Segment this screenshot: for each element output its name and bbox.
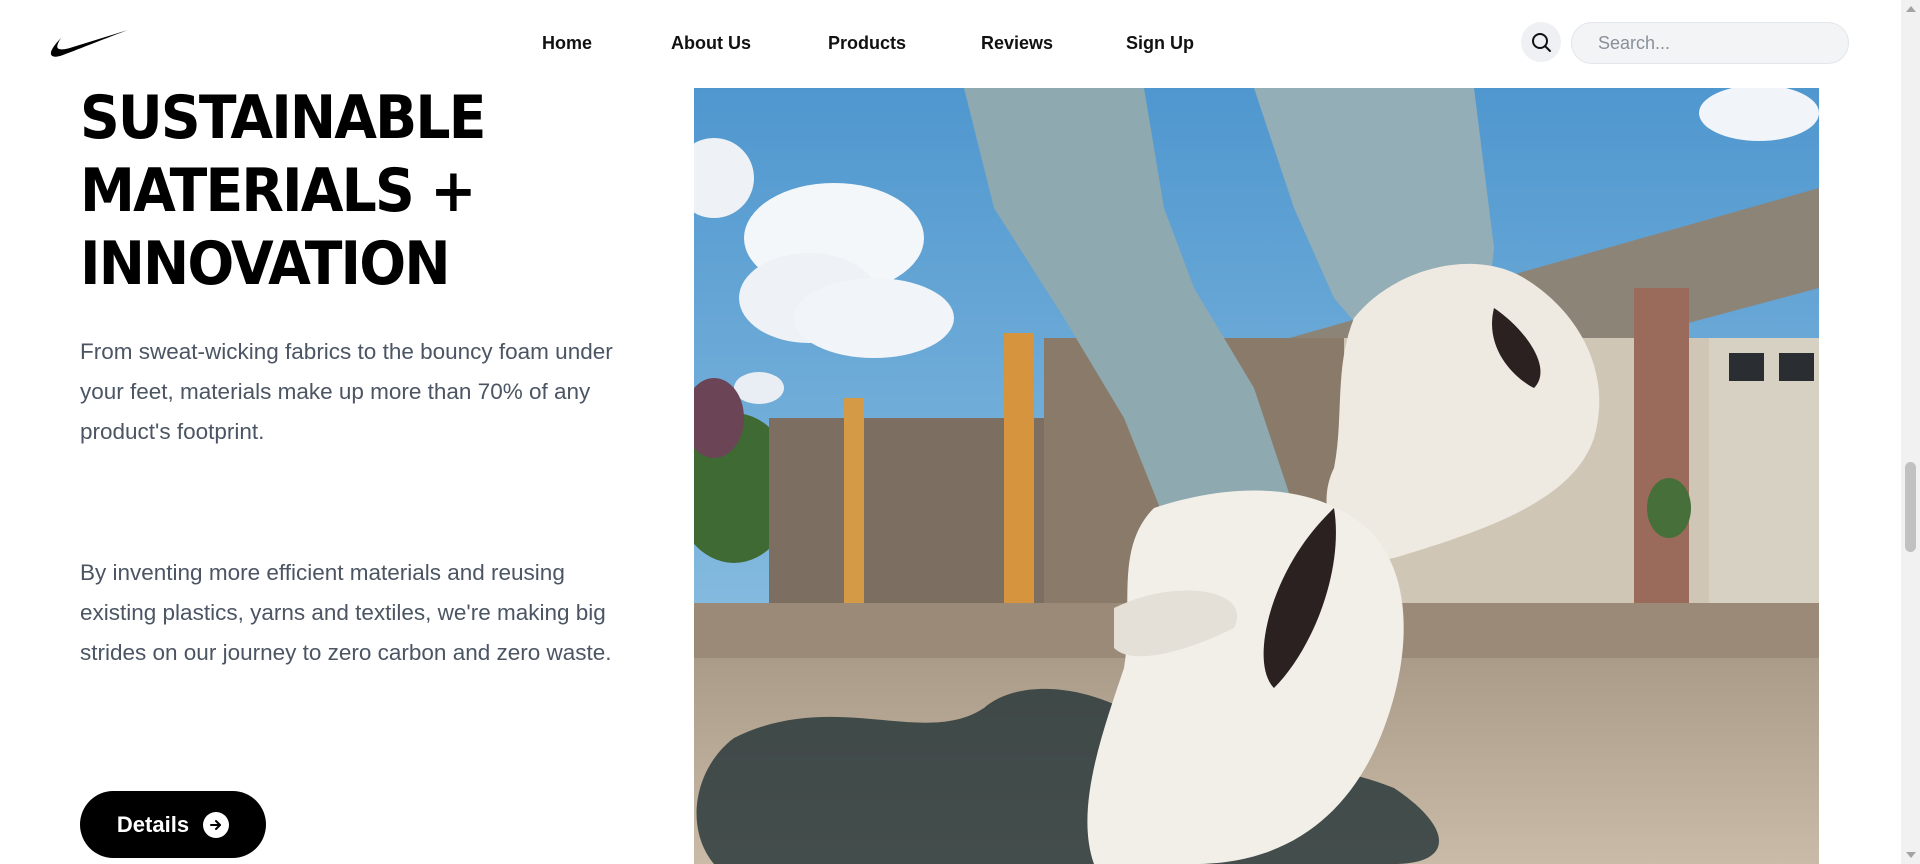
nav-about-us[interactable]: About Us	[671, 33, 751, 54]
nav-sign-up[interactable]: Sign Up	[1126, 33, 1194, 54]
mission-paragraph: By inventing more efficient materials an…	[80, 560, 612, 665]
hero-title-line: INNOVATION	[80, 229, 451, 299]
search-button[interactable]	[1521, 22, 1561, 62]
arrow-right-circle-icon	[203, 811, 230, 838]
hero-title-line: SUSTAINABLE	[80, 83, 486, 153]
nav-products[interactable]: Products	[828, 33, 906, 54]
nav-home[interactable]: Home	[542, 33, 592, 54]
scroll-down-arrow-icon[interactable]	[1906, 852, 1916, 858]
hero-title-line: MATERIALS +	[80, 156, 476, 226]
hero-sneaker-photo	[694, 88, 1819, 864]
search-icon	[1532, 33, 1551, 52]
details-button[interactable]: Details	[80, 791, 266, 858]
scrollbar-thumb[interactable]	[1905, 462, 1916, 552]
vertical-scrollbar[interactable]	[1901, 0, 1920, 864]
nav-reviews[interactable]: Reviews	[981, 33, 1053, 54]
hero-title: SUSTAINABLE MATERIALS + INNOVATION	[80, 82, 595, 301]
details-button-label: Details	[116, 811, 190, 837]
scroll-up-arrow-icon[interactable]	[1906, 6, 1916, 12]
intro-paragraph: From sweat-wicking fabrics to the bouncy…	[80, 339, 613, 444]
search-input[interactable]	[1571, 22, 1849, 64]
site-header: Home About Us Products Reviews Sign Up	[0, 0, 1900, 88]
